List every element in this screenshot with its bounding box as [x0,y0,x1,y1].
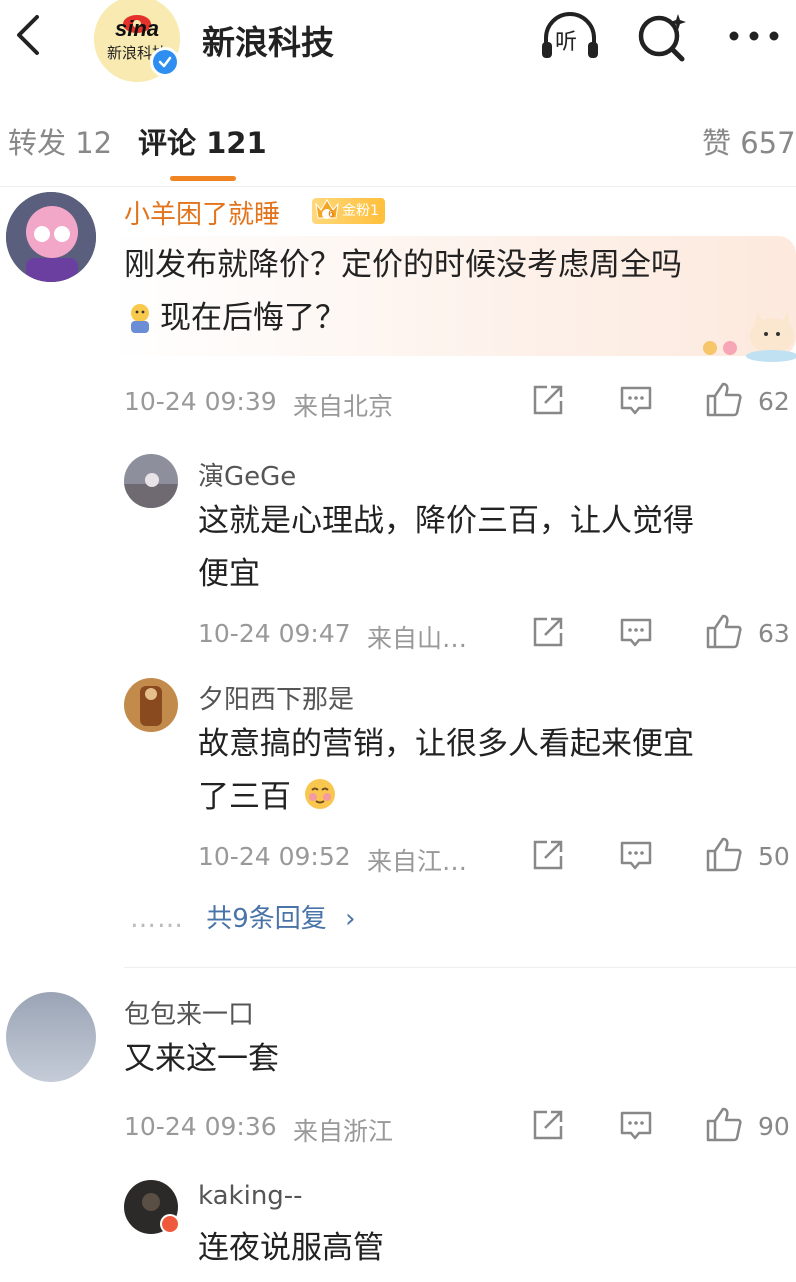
comment-username[interactable]: 包包来一口 [124,994,254,1031]
reply-text-line: 这就是心理战，降价三百，让人觉得 [198,503,694,539]
reply-text-line: 故意搞的营销，让很多人看起来便宜 [198,726,694,762]
comment-time: 10-24 09:39 [124,387,277,416]
listen-label: 听 [555,30,578,55]
verified-badge-icon [150,47,180,77]
more-dots-icon[interactable] [722,10,786,62]
thumbs-up-icon[interactable] [704,1105,744,1143]
top-bar: sina 新浪科技 新浪科技 听 [0,0,796,82]
reply-location: 来自江… [367,847,468,876]
fan-badge: 6 金粉1 [312,198,385,224]
search-sparkle-icon[interactable] [630,10,694,62]
member-badge-icon [160,1214,180,1234]
repost-icon[interactable] [530,614,566,650]
comment-text-line: 现在后悔了？ [160,300,346,336]
repost-icon[interactable] [530,1107,566,1143]
avatar[interactable] [124,454,178,508]
reply-time: 10-24 09:47 [198,619,351,648]
comment-location: 来自北京 [293,392,394,421]
comment-text-line: 刚发布就降价？定价的时候没考虑周全吗 [124,247,682,283]
reply-username[interactable]: 演GeGe [198,456,296,493]
fan-badge-label: 金粉1 [342,203,379,219]
like-count: 63 [758,619,790,648]
chevron-right-icon: › [345,904,356,934]
comment-username[interactable]: 小羊困了就睡 [124,194,280,231]
divider [124,967,796,968]
thumbs-up-icon[interactable] [704,612,744,650]
reply-time: 10-24 09:52 [198,842,351,871]
divider [0,186,796,187]
comment-icon[interactable] [618,837,654,873]
thumbs-up-icon[interactable] [704,835,744,873]
comment-text-line: 又来这一套 [124,1041,279,1077]
like-count: 62 [758,387,790,416]
avatar[interactable] [124,678,178,732]
avatar[interactable] [6,992,96,1082]
tab-comments[interactable]: 评论 121 [138,120,267,162]
logo-text: sina [114,16,160,41]
tab-repost[interactable]: 转发 12 [8,120,112,162]
active-tab-indicator [170,176,236,181]
cat-sticker-icon [700,302,796,362]
comment-icon[interactable] [618,382,654,418]
comment-icon[interactable] [618,614,654,650]
repost-icon[interactable] [530,382,566,418]
repost-icon[interactable] [530,837,566,873]
reply-text-line: 便宜 [198,556,260,592]
tab-likes[interactable]: 赞 657 [702,120,796,162]
reply-text-line: 连夜说服高管 [198,1230,384,1266]
avatar[interactable] [6,192,96,282]
like-count: 90 [758,1112,790,1141]
comment-location: 来自浙江 [293,1117,394,1146]
reply-username[interactable]: kaking-- [198,1181,303,1211]
account-name[interactable]: 新浪科技 [202,16,334,64]
like-count: 50 [758,842,790,871]
more-replies-label: 共9条回复 [206,904,327,934]
view-more-replies-link[interactable]: …… 共9条回复 › [130,898,355,935]
more-replies-dots: …… [130,904,184,934]
fan-badge-level: 6 [328,209,335,220]
blush-emoji-icon [302,776,338,812]
comment-icon[interactable] [618,1107,654,1143]
reply-username[interactable]: 夕阳西下那是 [198,679,354,716]
reply-text-line: 了三百 [198,779,291,815]
sad-emoji-icon [126,302,154,334]
thumbs-up-icon[interactable] [704,380,744,418]
tab-bar: 转发 12 评论 121 赞 657 [0,106,796,186]
headphones-icon[interactable]: 听 [538,10,602,62]
reply-location: 来自山… [367,624,468,653]
comment-time: 10-24 09:36 [124,1112,277,1141]
back-arrow-icon[interactable] [8,10,48,60]
